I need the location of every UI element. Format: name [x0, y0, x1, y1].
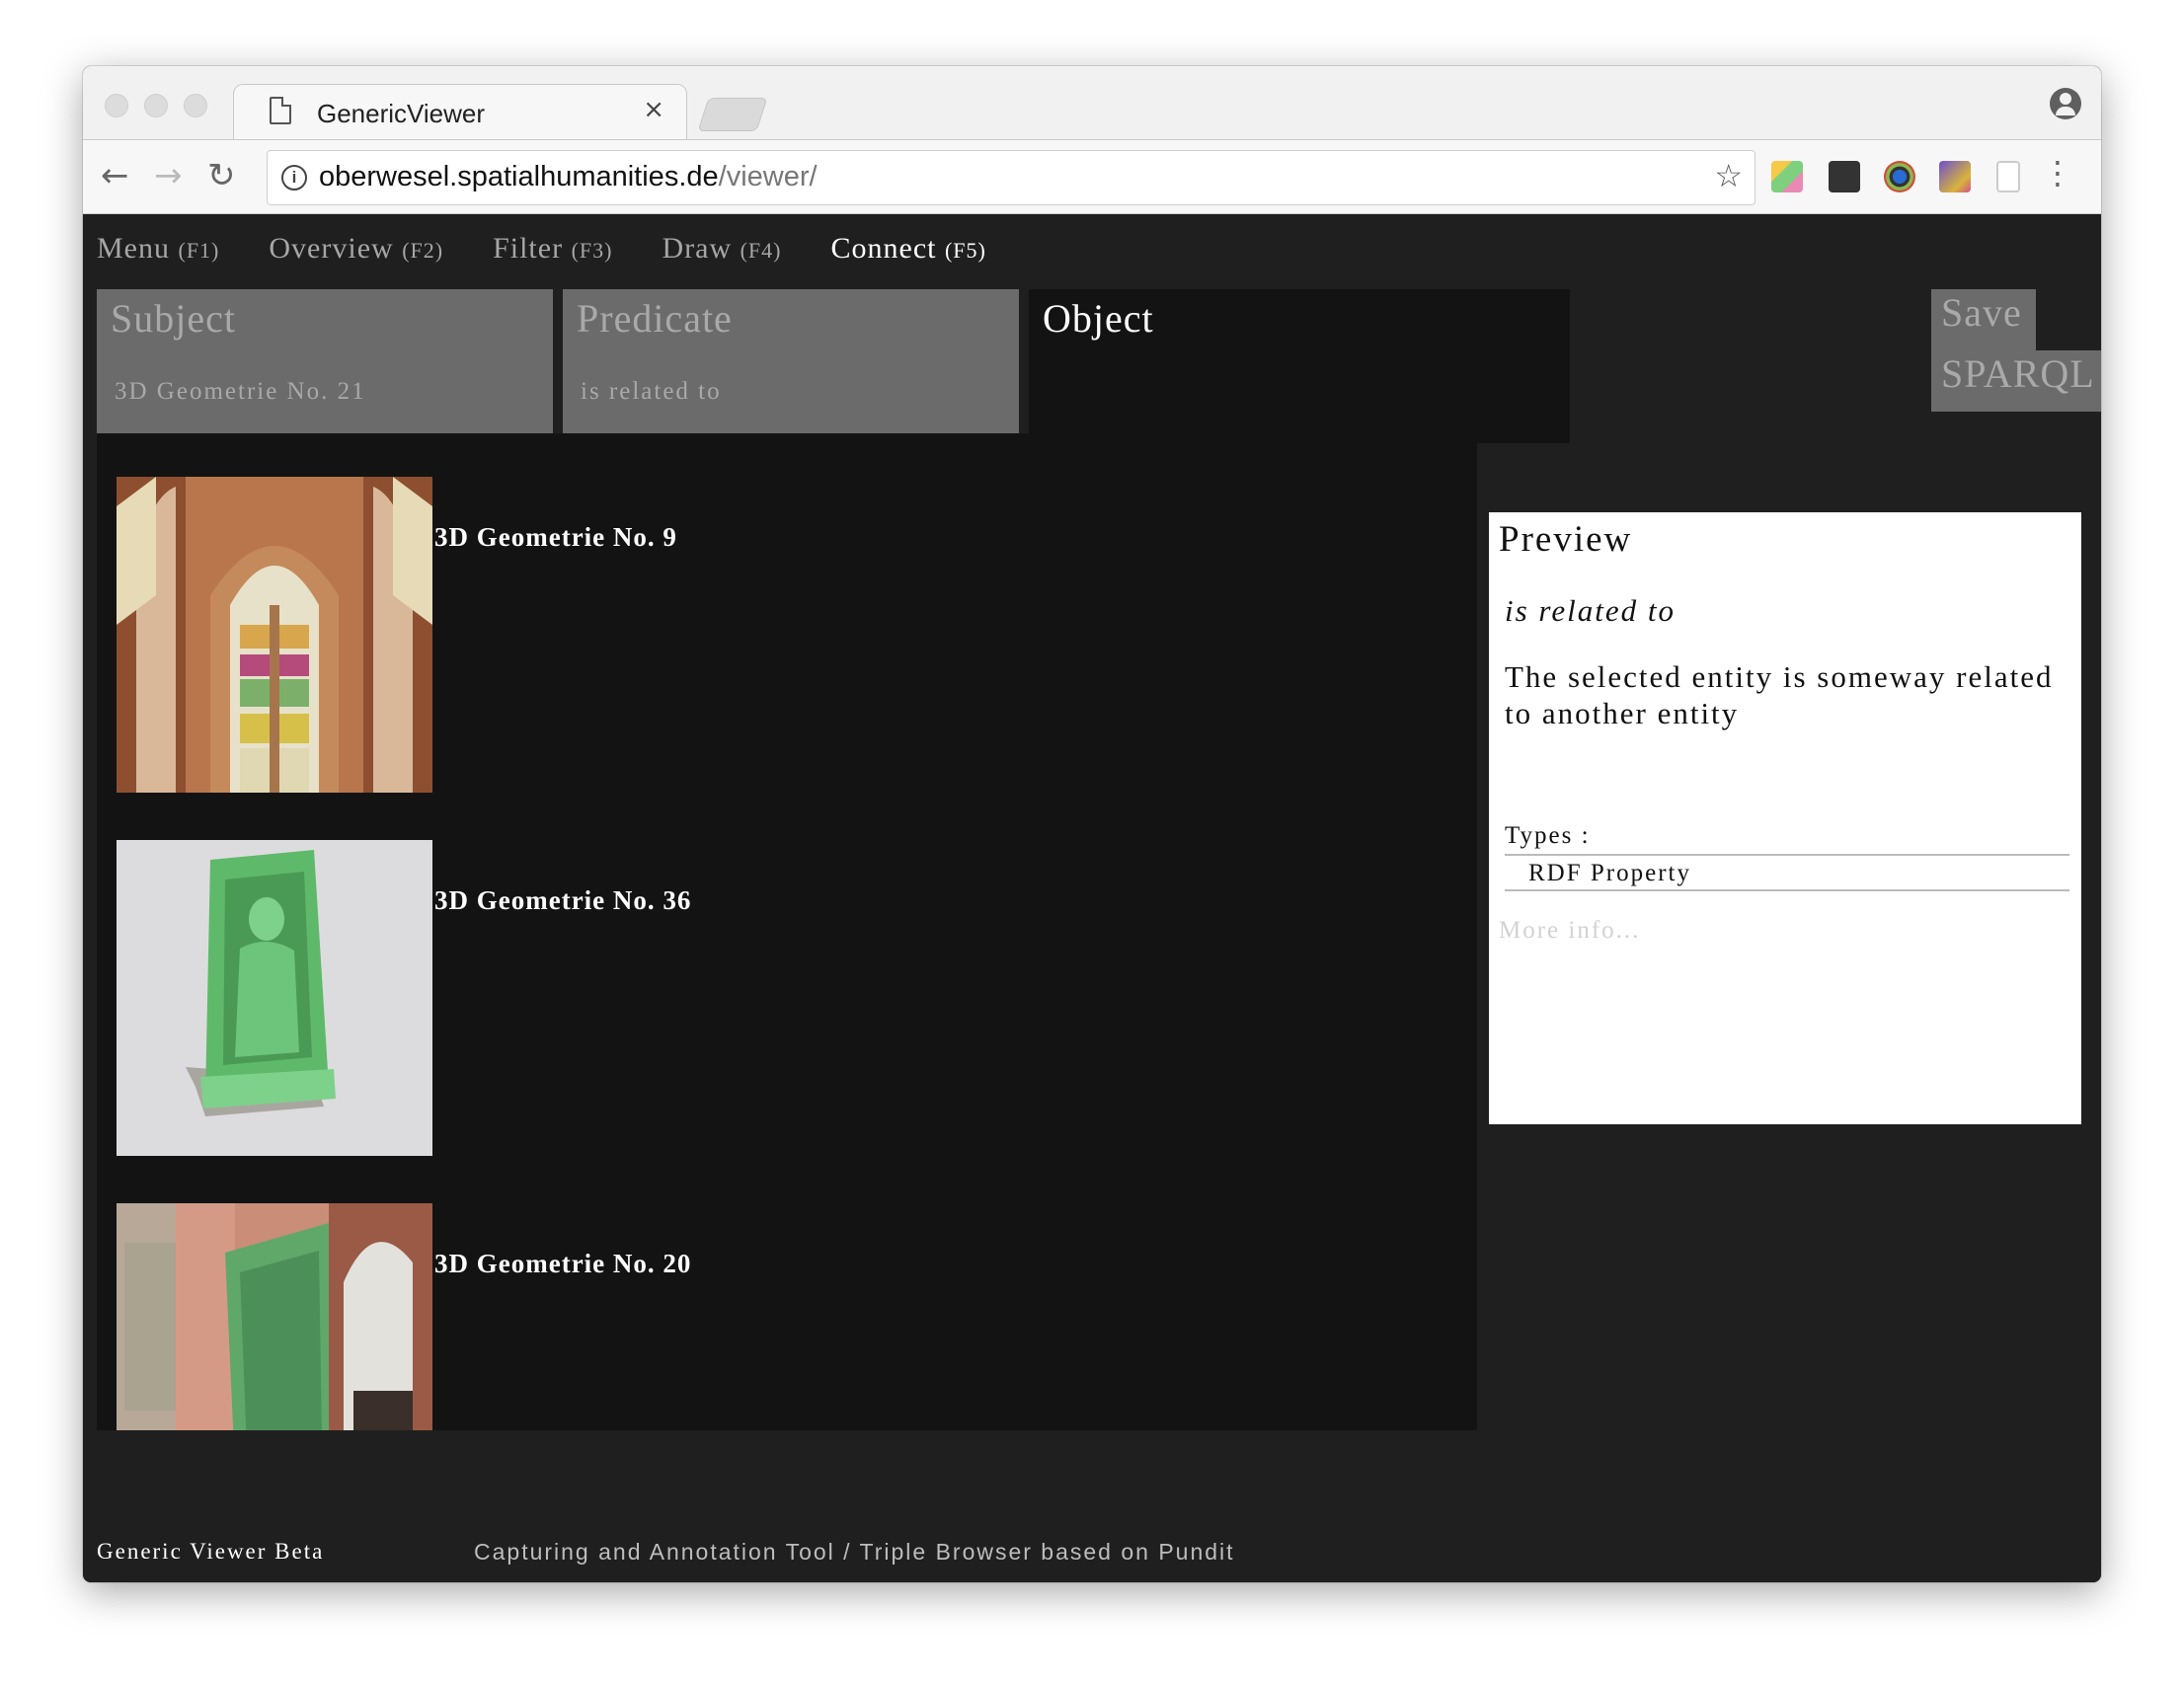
close-window-button[interactable]	[105, 94, 128, 117]
extension-graph-icon[interactable]	[1939, 161, 1971, 192]
sparql-button[interactable]: SPARQL	[1931, 350, 2101, 412]
subject-value: 3D Geometrie No. 21	[115, 378, 366, 405]
nav-draw[interactable]: Draw (F4)	[662, 232, 781, 271]
nav-overview-label: Overview	[269, 232, 394, 265]
predicate-slot[interactable]: Predicate is related to	[563, 289, 1019, 433]
nav-filter-key: (F3)	[571, 238, 613, 263]
object-results-list: 3D Geometrie No. 9 3D Geometrie No. 36 3…	[97, 443, 1477, 1430]
footer-app-name: Generic Viewer Beta	[97, 1539, 325, 1564]
info-icon[interactable]: i	[281, 165, 307, 191]
result-thumbnail-image[interactable]	[117, 840, 432, 1156]
viewer-page: Menu (F1) Overview (F2) Filter (F3) Draw…	[83, 214, 2101, 1582]
profile-icon[interactable]	[2050, 88, 2081, 119]
types-value: RDF Property	[1528, 860, 1691, 886]
jetbrains-extension-icon[interactable]	[1829, 161, 1860, 192]
slot-divider	[97, 433, 1029, 443]
nav-overview[interactable]: Overview (F2)	[269, 232, 443, 271]
preview-description: The selected entity is someway related t…	[1505, 659, 2054, 730]
document-icon	[270, 97, 291, 124]
preview-types-label: Types :	[1505, 822, 1591, 849]
url-host: oberwesel.spatialhumanities.de	[319, 161, 719, 192]
zoom-window-button[interactable]	[184, 94, 207, 117]
result-label: 3D Geometrie No. 36	[434, 885, 692, 915]
extension-cube-icon[interactable]	[1771, 161, 1803, 192]
reload-button[interactable]: ↻	[207, 154, 236, 197]
types-row: RDF Property	[1505, 854, 2069, 891]
tab-title: GenericViewer	[317, 99, 486, 128]
browser-menu-icon[interactable]: ⋮	[2042, 154, 2073, 191]
nav-connect-label: Connect	[830, 232, 937, 265]
subject-heading: Subject	[111, 296, 236, 341]
bookmark-star-icon[interactable]: ☆	[1714, 157, 1743, 194]
predicate-heading: Predicate	[577, 296, 733, 341]
new-tab-button[interactable]	[697, 98, 768, 131]
minimize-window-button[interactable]	[144, 94, 168, 117]
result-label: 3D Geometrie No. 20	[434, 1249, 692, 1278]
subject-slot[interactable]: Subject 3D Geometrie No. 21	[97, 289, 553, 433]
nav-menu-key: (F1)	[178, 238, 220, 263]
preview-title: Preview	[1499, 519, 1633, 560]
result-item[interactable]: 3D Geometrie No. 20	[117, 1203, 1005, 1430]
nav-filter[interactable]: Filter (F3)	[493, 232, 612, 271]
result-thumbnail-image[interactable]	[117, 1203, 432, 1430]
object-slot[interactable]: Object	[1029, 289, 1570, 443]
object-heading: Object	[1043, 296, 1154, 341]
browser-toolbar: ← → ↻ i oberwesel.spatialhumanities.de/v…	[83, 139, 2101, 214]
nav-menu[interactable]: Menu (F1)	[97, 232, 219, 271]
url-text[interactable]: oberwesel.spatialhumanities.de/viewer/	[319, 161, 818, 193]
save-button[interactable]: Save	[1931, 289, 2036, 350]
tab-close-button[interactable]: ×	[643, 95, 664, 124]
browser-window: GenericViewer × ← → ↻ i oberwesel.spatia…	[83, 66, 2101, 1582]
preview-predicate: is related to	[1505, 593, 1676, 628]
extension-page-icon[interactable]	[1996, 161, 2020, 192]
result-thumbnail-image[interactable]	[117, 477, 432, 793]
result-item[interactable]: 3D Geometrie No. 36	[117, 840, 1005, 1156]
back-button[interactable]: ←	[101, 154, 129, 197]
tab-bar: GenericViewer ×	[83, 66, 2101, 139]
nav-overview-key: (F2)	[402, 238, 444, 263]
url-path: /viewer/	[718, 161, 818, 192]
footer-description: Capturing and Annotation Tool / Triple B…	[474, 1539, 1235, 1565]
nav-menu-label: Menu	[97, 232, 170, 265]
preview-panel: Preview is related to The selected entit…	[1489, 512, 2081, 1124]
nav-connect-key: (F5)	[944, 238, 986, 263]
more-info-link[interactable]: More info...	[1499, 917, 1640, 945]
nav-filter-label: Filter	[493, 232, 564, 265]
address-bar[interactable]: i oberwesel.spatialhumanities.de/viewer/…	[267, 150, 1755, 205]
result-label: 3D Geometrie No. 9	[434, 522, 677, 552]
browser-tab[interactable]: GenericViewer ×	[233, 84, 687, 139]
nav-draw-label: Draw	[662, 232, 733, 265]
predicate-value: is related to	[581, 378, 722, 405]
nav-draw-key: (F4)	[740, 238, 782, 263]
extension-lens-icon[interactable]	[1884, 161, 1915, 192]
result-item[interactable]: 3D Geometrie No. 9	[117, 477, 1005, 793]
main-navigation: Menu (F1) Overview (F2) Filter (F3) Draw…	[97, 232, 1036, 271]
nav-connect[interactable]: Connect (F5)	[831, 232, 986, 271]
forward-button[interactable]: →	[154, 154, 183, 197]
